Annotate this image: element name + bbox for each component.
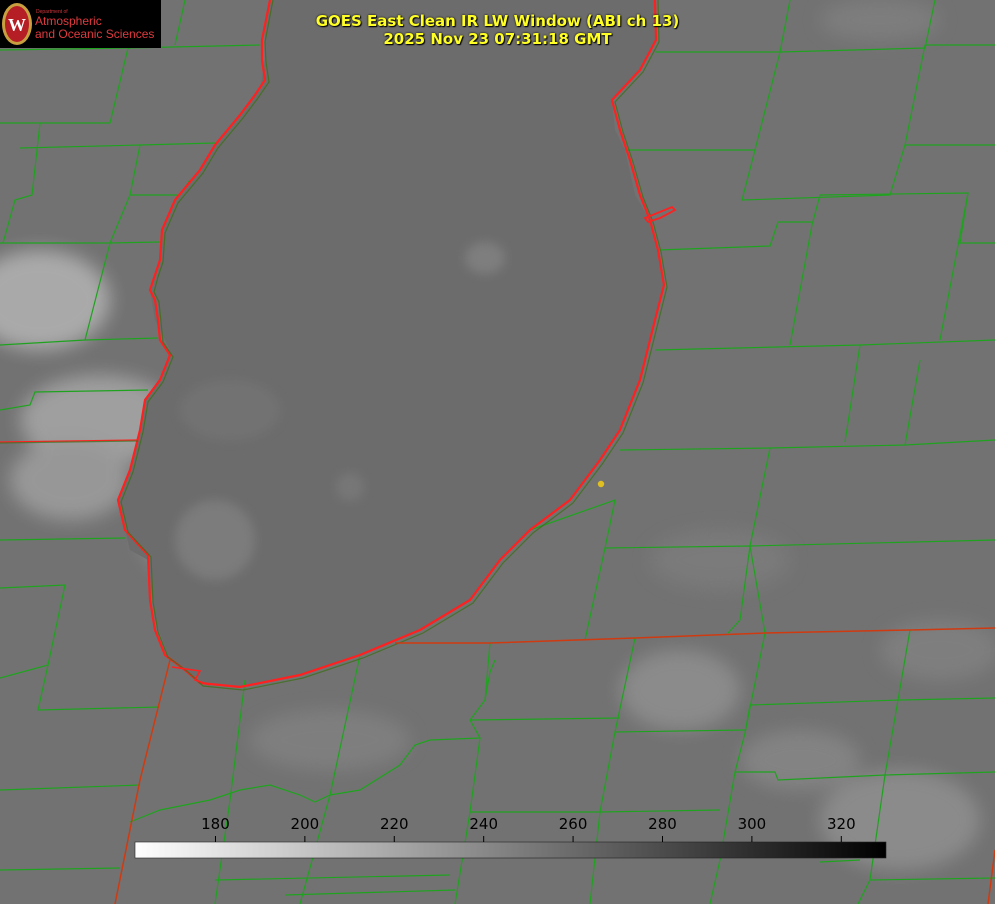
page-title: GOES East Clean IR LW Window (ABI ch 13) <box>315 12 680 30</box>
colorbar-tick-label: 320 <box>826 815 856 833</box>
colorbar-tick-label: 280 <box>648 815 677 833</box>
timestamp: 2025 Nov 23 07:31:18 GMT <box>383 30 612 48</box>
colorbar-tick-label: 180 <box>201 815 230 833</box>
colorbar-tick-label: 240 <box>469 815 498 833</box>
aos-logo: Department of Atmospheric and Oceanic Sc… <box>0 0 161 48</box>
colorbar-tick-label: 260 <box>558 815 588 833</box>
satellite-map[interactable]: W <box>0 0 995 904</box>
colorbar <box>134 841 887 859</box>
logo-line-1: Atmospheric <box>35 14 102 28</box>
colorbar-tick-label: 200 <box>290 815 320 833</box>
yellow-dot-icon <box>597 480 605 488</box>
colorbar-tick-label: 300 <box>737 815 767 833</box>
colorbar-tick-label: 220 <box>379 815 409 833</box>
logo-line-2: and Oceanic Sciences <box>35 27 155 41</box>
